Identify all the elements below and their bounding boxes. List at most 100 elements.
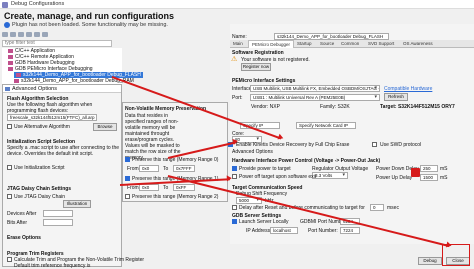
vendor-label: Vendor: NXP (251, 104, 280, 110)
pemicro-settings-title: PEMicro Interface Settings (232, 78, 296, 84)
power-down-input[interactable]: 250 (420, 165, 438, 172)
delay-unit: msec (387, 205, 399, 211)
hw-power-title: Hardware Interface Power Control (Voltag… (232, 158, 381, 164)
filter-input[interactable]: type filter text (2, 40, 112, 47)
delay-reset-input[interactable]: 0 (370, 204, 384, 211)
devices-after-label: Devices After (7, 211, 37, 217)
config-tree: C/C++ Application C/C++ Remote Applicati… (2, 48, 143, 85)
ip-label: IP Address: (246, 228, 272, 234)
preserve-range1-checkbox[interactable] (125, 176, 130, 181)
from1-input[interactable]: 0x0 (139, 184, 159, 191)
register-now-button[interactable]: Register now (241, 63, 271, 71)
config-toolbar (2, 32, 117, 39)
warning-icon: ⚠ (231, 56, 238, 63)
tab-os-awareness[interactable]: OS Awareness (400, 40, 436, 48)
network-card-input[interactable]: Specify Network Card IP (296, 122, 356, 129)
plugin-warning: Plugin has not been loaded. Some functio… (12, 22, 168, 28)
swd-label: Use SWD protocol (380, 142, 422, 148)
from1-label: From (127, 185, 139, 191)
app-icon (2, 1, 8, 8)
duplicate-icon[interactable] (10, 32, 16, 37)
interface-select[interactable]: USB Multilink, USB Multilink FX, Embedde… (250, 85, 380, 92)
swd-checkbox[interactable] (372, 142, 377, 147)
browse-algo-button[interactable]: Browse (93, 123, 117, 131)
flash-algo-path[interactable]: freescale_s32k144f512m15(FTFC)_all.arp (7, 114, 97, 121)
alt-algo-label: Use Alternative Algorithm (14, 124, 70, 130)
refresh-button[interactable]: Refresh (384, 93, 408, 101)
kinetis-recovery-label: Enable Kinetis Device Recovery by Full C… (236, 142, 350, 148)
launch-server-label: Launch Server Locally (239, 219, 289, 225)
target-label: Target: S32K144F512M15 ORY7 (380, 104, 455, 110)
export-icon[interactable] (18, 32, 24, 37)
provide-power-label: Provide power to target (239, 166, 291, 172)
tab-startup[interactable]: Startup (294, 40, 315, 48)
advanced-options-dialog: Advanced Options Flash Algorithm Selecti… (2, 84, 144, 269)
illustration-button[interactable]: Illustration (63, 200, 91, 208)
dialog-icon (5, 87, 10, 91)
alt-algo-checkbox[interactable] (7, 124, 12, 129)
page-heading: Create, manage, and run configurations (4, 11, 175, 21)
to0-label: To (163, 166, 169, 172)
from0-input[interactable]: 0x0 (139, 165, 159, 172)
regulator-select[interactable]: 3.3 Volts (312, 172, 348, 179)
bits-after-input[interactable] (43, 219, 73, 226)
from0-label: From (127, 166, 139, 172)
config-name-input[interactable]: s32k144_Demo_APP_for_bootloader Debug_FL… (274, 33, 389, 40)
dialog-title: Advanced Options (3, 85, 121, 93)
power-off-checkbox[interactable] (232, 174, 237, 179)
new-config-icon[interactable] (2, 32, 8, 37)
overlay-app-icon (411, 168, 420, 177)
advanced-options-label[interactable]: Advanced Options (232, 149, 273, 155)
preserve-range0-label: Preserve this range (Memory Range 0) (132, 157, 219, 163)
pemicro-icon (8, 66, 13, 71)
power-off-label: Power off target upon software exit (239, 174, 317, 180)
server-port-label: Port Number: (308, 228, 338, 234)
family-label: Family: S32K (320, 104, 350, 110)
sw-registration-title: Software Registration (232, 50, 284, 56)
port-label: Port: (232, 95, 243, 101)
provide-power-checkbox[interactable] (232, 166, 237, 171)
debug-config-icon (16, 72, 21, 77)
init-script-checkbox[interactable] (7, 165, 12, 170)
title-bar: Debug Configurations (0, 0, 474, 9)
devices-after-input[interactable] (43, 210, 73, 217)
power-up-input[interactable]: 1500 (420, 174, 438, 181)
to1-input[interactable]: 0xFF (173, 184, 195, 191)
tab-pemicro-debugger[interactable]: PEMicro Debugger (248, 40, 295, 48)
delay-reset-checkbox[interactable] (232, 205, 237, 210)
jtag-label: Use JTAG Daisy Chain (14, 194, 66, 200)
tab-source[interactable]: Source (317, 40, 337, 48)
launch-server-checkbox[interactable] (232, 219, 237, 224)
jtag-section: JTAG Daisy Chain Settings (7, 186, 72, 192)
trim-default: Default trim reference frequency is (14, 263, 91, 269)
port-select[interactable]: USB1 : Multilink Universal Rev A (PEM25E… (250, 94, 380, 101)
collapse-icon[interactable] (34, 32, 40, 37)
preserve-range2-checkbox[interactable] (125, 194, 130, 199)
erase-section: Erase Options (7, 235, 41, 241)
bits-after-label: Bits After (7, 220, 28, 226)
tab-main[interactable]: Main (230, 40, 246, 48)
window-title: Debug Configurations (11, 1, 65, 7)
pu-unit: mS (440, 175, 448, 181)
tab-common[interactable]: Common (338, 40, 362, 48)
preserve-desc: Data that resides in specified ranges of… (125, 113, 181, 161)
debug-config-icon (14, 78, 19, 83)
init-desc: Specify a .mac script to use after conne… (7, 145, 120, 157)
jtag-checkbox[interactable] (7, 194, 12, 199)
gdb-icon (8, 60, 13, 65)
filter-icon[interactable] (42, 32, 48, 37)
server-port-input[interactable]: 7224 (340, 227, 360, 234)
debug-button[interactable]: Debug (418, 257, 442, 265)
c-remote-icon (8, 54, 13, 59)
c-app-icon (8, 48, 13, 53)
power-up-label: Power Up Delay (376, 175, 413, 181)
trim-checkbox[interactable] (7, 257, 12, 262)
preserve-range0-checkbox[interactable] (125, 157, 130, 162)
info-icon (4, 22, 10, 28)
init-script-label: Use Initialization Script (14, 165, 65, 171)
delete-icon[interactable] (26, 32, 32, 37)
to0-input[interactable]: 0x7FFF (173, 165, 195, 172)
compatible-hw-link[interactable]: Compatible Hardware (384, 86, 432, 92)
ip-input[interactable]: localhost (270, 227, 298, 234)
tab-svd-support[interactable]: SVD Support (365, 40, 397, 48)
